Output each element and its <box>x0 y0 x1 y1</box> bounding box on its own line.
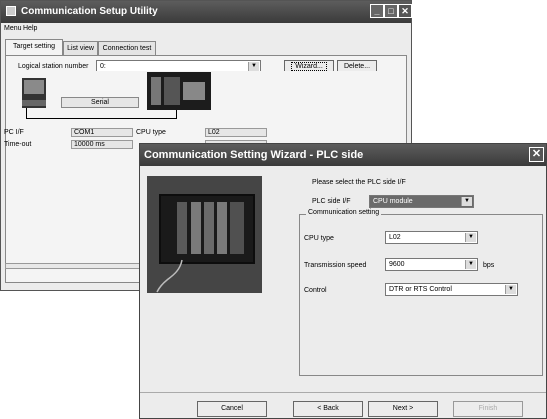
util-cpu-type-value: L02 <box>205 128 267 137</box>
finish-button[interactable]: Finish <box>453 401 523 417</box>
minimize-button[interactable]: _ <box>370 4 384 18</box>
control-dropdown[interactable]: DTR or RTS Control ▼ <box>385 283 518 296</box>
transmission-speed-value: 9600 <box>389 261 405 268</box>
transmission-speed-label: Transmission speed <box>304 262 367 269</box>
plc-if-label: PLC side I/F <box>312 198 351 205</box>
app-icon <box>6 6 16 16</box>
plc-illustration-image <box>147 176 262 293</box>
back-button[interactable]: < Back <box>293 401 363 417</box>
cable-icon <box>156 259 183 293</box>
timeout-value: 10000 ms <box>71 140 133 149</box>
plc-if-dropdown[interactable]: CPU module ▼ <box>369 195 474 208</box>
menu-menu[interactable]: Menu <box>4 25 22 32</box>
control-label: Control <box>304 287 327 294</box>
menu-help[interactable]: Help <box>23 25 37 32</box>
chevron-down-icon[interactable]: ▼ <box>248 62 259 71</box>
wizard-prompt: Please select the PLC side I/F <box>312 179 406 186</box>
chevron-down-icon[interactable]: ▼ <box>465 260 476 269</box>
connection-line <box>26 118 176 119</box>
chevron-down-icon[interactable]: ▼ <box>465 233 476 242</box>
utility-title: Communication Setup Utility <box>21 6 158 17</box>
tab-target-setting[interactable]: Target setting <box>5 39 63 55</box>
cpu-type-label: CPU type <box>304 235 334 242</box>
communication-setting-label: Communication setting <box>306 209 382 216</box>
wizard-title: Communication Setting Wizard - PLC side <box>144 149 364 161</box>
personal-computer-icon <box>22 78 46 108</box>
speed-unit: bps <box>483 262 495 269</box>
logical-station-value: 0: <box>100 63 106 70</box>
cpu-type-dropdown[interactable]: L02 ▼ <box>385 231 478 244</box>
connection-line <box>176 110 177 119</box>
timeout-label: Time-out <box>4 141 32 148</box>
horizontal-scrollbar[interactable] <box>5 263 140 269</box>
plc-if-value: CPU module <box>373 198 413 205</box>
wizard-titlebar[interactable]: Communication Setting Wizard - PLC side … <box>140 144 546 166</box>
wizard-close-button[interactable]: ✕ <box>529 147 544 162</box>
chevron-down-icon[interactable]: ▼ <box>461 197 472 206</box>
wizard-button-label: Wizard... <box>291 62 327 71</box>
cancel-button[interactable]: Cancel <box>197 401 267 417</box>
footer-separator <box>140 392 546 393</box>
chevron-down-icon[interactable]: ▼ <box>505 285 516 294</box>
util-cpu-type-label: CPU type <box>136 129 166 136</box>
plc-icon <box>147 72 211 110</box>
close-button[interactable]: ✕ <box>398 4 412 18</box>
menubar: Menu Help <box>1 24 411 36</box>
pc-if-label: PC I/F <box>4 129 24 136</box>
tab-connection-test[interactable]: Connection test <box>98 41 156 55</box>
utility-titlebar[interactable]: Communication Setup Utility _ □ ✕ <box>1 1 412 23</box>
maximize-button[interactable]: □ <box>384 4 398 18</box>
pc-if-value: COM1 <box>71 128 133 137</box>
communication-setting-wizard: Communication Setting Wizard - PLC side … <box>139 143 547 419</box>
control-value: DTR or RTS Control <box>389 286 452 293</box>
serial-label: Serial <box>61 97 139 108</box>
next-button[interactable]: Next > <box>368 401 438 417</box>
logical-station-label: Logical station number <box>18 63 89 70</box>
transmission-speed-dropdown[interactable]: 9600 ▼ <box>385 258 478 271</box>
connection-line <box>26 108 27 118</box>
tab-list-view[interactable]: List view <box>63 41 98 55</box>
cpu-type-value: L02 <box>389 234 401 241</box>
